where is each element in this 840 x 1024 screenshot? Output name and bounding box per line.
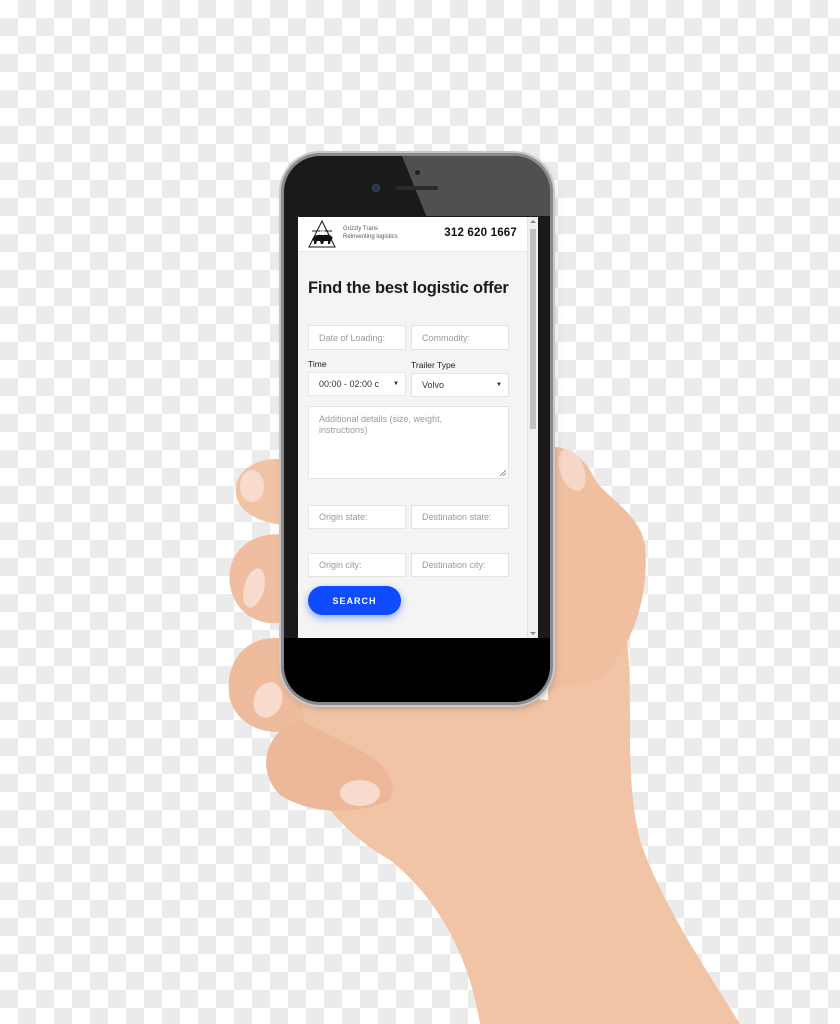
search-button[interactable]: SEARCH: [308, 586, 401, 615]
bottom-bezel: [284, 638, 550, 702]
resize-handle-icon[interactable]: [500, 470, 506, 476]
commodity-input[interactable]: Commodity:: [411, 325, 509, 350]
destination-city-input[interactable]: Destination city:: [411, 553, 509, 577]
contact-phone-number[interactable]: 312 620 1667: [444, 227, 517, 239]
trailer-type-select[interactable]: Volvo ▼: [411, 373, 509, 397]
scrollbar-thumb[interactable]: [530, 229, 536, 429]
brand-tagline: Reinventing logistics: [343, 234, 398, 240]
front-camera-icon: [372, 184, 380, 192]
time-select[interactable]: 00:00 - 02:00 c ▼: [308, 372, 406, 396]
additional-details-textarea[interactable]: Additional details (size, weight, instru…: [308, 406, 509, 479]
origin-city-input[interactable]: Origin city:: [308, 553, 406, 577]
date-of-loading-input[interactable]: Date of Loading:: [308, 325, 406, 350]
time-select-value: 00:00 - 02:00 c: [319, 379, 380, 389]
grizzly-bear-logo-icon[interactable]: GRIZZLY TRANS: [307, 220, 337, 248]
page-scrollbar[interactable]: [527, 217, 538, 638]
finger-4-nail: [340, 780, 380, 806]
date-of-loading-placeholder: Date of Loading:: [319, 332, 386, 343]
dropdown-arrow-icon: ▼: [496, 382, 502, 388]
brand-block: Grizzly Trans Reinventing logistics: [343, 225, 398, 241]
destination-city-placeholder: Destination city:: [422, 560, 486, 570]
destination-state-placeholder: Destination state:: [422, 512, 492, 522]
phone-screen: GRIZZLY TRANS Grizzly Trans Reinventing …: [298, 217, 538, 638]
site-header: GRIZZLY TRANS Grizzly Trans Reinventing …: [298, 217, 528, 252]
scroll-down-arrow-icon[interactable]: [530, 632, 536, 635]
trailer-type-select-value: Volvo: [422, 380, 445, 390]
brand-name: Grizzly Trans: [343, 226, 379, 232]
destination-state-input[interactable]: Destination state:: [411, 505, 509, 529]
time-label: Time: [308, 359, 327, 369]
commodity-placeholder: Commodity:: [422, 332, 471, 343]
logo-text: GRIZZLY TRANS: [312, 229, 333, 233]
phone-device: GRIZZLY TRANS Grizzly Trans Reinventing …: [284, 156, 550, 702]
scroll-up-arrow-icon[interactable]: [530, 220, 536, 223]
dropdown-arrow-icon: ▼: [393, 381, 399, 387]
additional-details-placeholder: Additional details (size, weight, instru…: [319, 414, 443, 435]
origin-city-placeholder: Origin city:: [319, 560, 362, 570]
finger-1-nail: [240, 470, 264, 502]
origin-state-placeholder: Origin state:: [319, 512, 368, 522]
origin-state-input[interactable]: Origin state:: [308, 505, 406, 529]
page-title: Find the best logistic offer: [308, 279, 509, 297]
thumb-shape: [540, 446, 646, 690]
earpiece-speaker: [396, 186, 438, 190]
proximity-sensor: [415, 170, 420, 175]
trailer-type-label: Trailer Type: [411, 360, 456, 370]
